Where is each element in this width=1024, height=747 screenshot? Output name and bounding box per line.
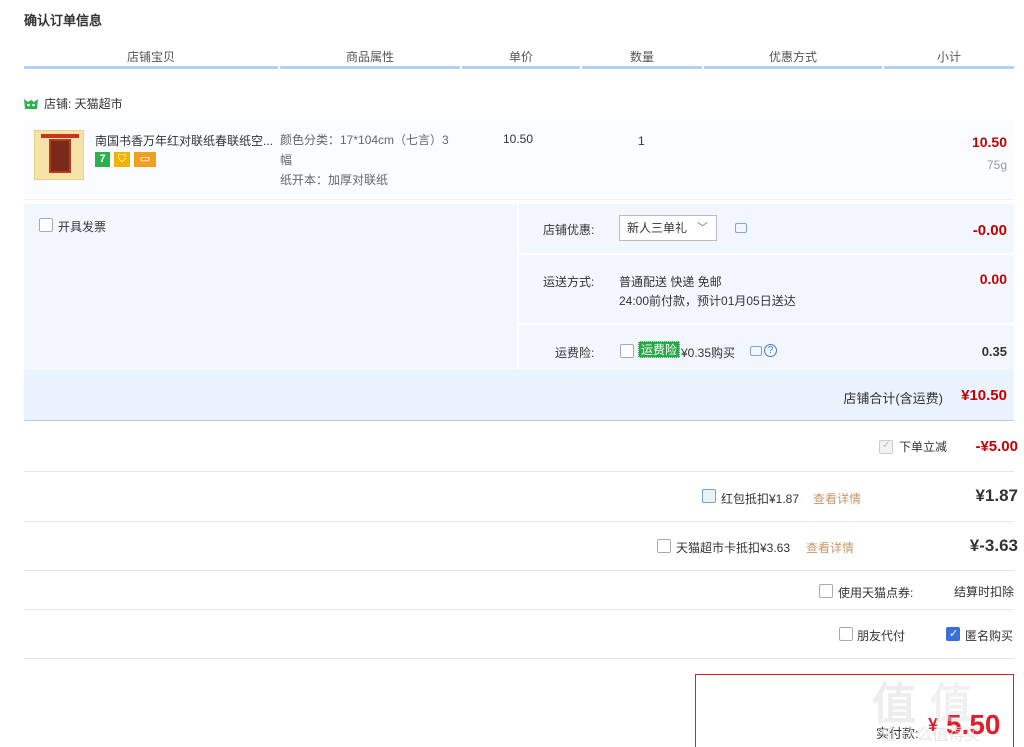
seven-day-return-icon[interactable]: 7	[95, 152, 110, 167]
divider	[24, 471, 1014, 472]
shop-discount-select[interactable]: 新人三单礼 ﹀	[619, 215, 717, 241]
redpacket-checkbox[interactable]	[702, 489, 716, 503]
page-title: 确认订单信息	[24, 13, 103, 28]
points-label: 使用天猫点券:	[838, 586, 914, 600]
header-underline	[884, 66, 1014, 69]
shop-name[interactable]: 店铺: 天猫超市	[44, 95, 123, 112]
marketcard-details-link[interactable]: 查看详情	[806, 539, 854, 556]
header-underline	[704, 66, 882, 69]
points-checkbox[interactable]	[819, 584, 833, 598]
column-header-attributes: 商品属性	[345, 50, 394, 64]
shop-discount-selected: 新人三单礼	[627, 221, 688, 235]
order-discount-checkbox	[879, 440, 893, 454]
points-value: 结算时扣除	[953, 585, 1014, 599]
product-name-link[interactable]: 南国书香万年红对联纸春联纸空...	[95, 132, 275, 149]
item-subtotal: 10.50	[971, 134, 1007, 150]
divider	[24, 570, 1014, 571]
message-icon[interactable]	[750, 346, 762, 356]
service-badges: 7 ⛉ ▭	[95, 152, 156, 167]
product-attr-color-cont: 幅	[280, 153, 293, 167]
anonymous-checkbox[interactable]	[946, 627, 960, 641]
watermark-text: 值 什么值得买	[880, 727, 981, 744]
anonymous-label: 匿名购买	[965, 629, 1014, 643]
shipping-eta: 24:00前付款，预计01月05日送达	[619, 294, 796, 308]
column-header-discount: 优惠方式	[768, 50, 817, 64]
invoice-checkbox[interactable]	[39, 218, 53, 232]
shipping-method: 普通配送 快递 免邮	[619, 275, 722, 289]
column-header-quantity: 数量	[629, 50, 654, 64]
friend-pay-label: 朋友代付	[857, 629, 906, 643]
guarantee-shield-icon[interactable]: ⛉	[114, 152, 130, 167]
insurance-price: ¥0.35购买	[681, 346, 736, 360]
product-attr-paper: 纸开本：加厚对联纸	[280, 173, 389, 187]
shop-total-label: 店铺合计(含运费)	[843, 391, 943, 406]
marketcard-label: 天猫超市卡抵扣¥3.63	[676, 541, 791, 555]
divider	[24, 609, 1014, 610]
order-discount-label: 下单立减	[899, 440, 948, 454]
redpacket-details-link[interactable]: 查看详情	[813, 490, 861, 507]
marketcard-checkbox[interactable]	[657, 539, 671, 553]
divider	[24, 658, 1014, 659]
shipping-amount: 0.00	[979, 271, 1007, 287]
message-icon[interactable]	[735, 223, 747, 233]
redpacket-amount: ¥1.87	[975, 486, 1018, 505]
column-header-shop-item: 店铺宝贝	[126, 50, 175, 64]
redpacket-label: 红包抵扣¥1.87	[721, 492, 800, 506]
insurance-tag: 运费险	[638, 341, 681, 358]
invoice-label: 开具发票	[58, 220, 107, 234]
insurance-checkbox[interactable]	[620, 344, 634, 358]
shop-row: 店铺: 天猫超市	[24, 95, 123, 112]
shipping-label: 运送方式:	[543, 275, 595, 289]
header-underline	[280, 66, 460, 69]
product-attr-color: 颜色分类：17*104cm（七言）3	[280, 133, 449, 147]
shop-total-amount: ¥10.50	[961, 387, 1007, 404]
help-icon[interactable]: ?	[764, 344, 777, 357]
friend-pay-checkbox[interactable]	[839, 627, 853, 641]
credit-card-icon[interactable]: ▭	[134, 152, 156, 167]
quantity: 1	[638, 134, 645, 148]
order-options-panel	[24, 204, 1014, 372]
item-weight: 75g	[986, 158, 1007, 172]
divider	[519, 253, 1014, 255]
product-thumbnail[interactable]	[34, 130, 84, 180]
shop-discount-label: 店铺优惠:	[543, 223, 595, 237]
divider	[517, 204, 519, 369]
insurance-label: 运费险:	[555, 346, 595, 360]
tmall-cat-icon	[24, 98, 38, 109]
column-header-unit-price: 单价	[508, 50, 533, 64]
divider	[519, 323, 1014, 325]
header-underline	[24, 66, 278, 69]
insurance-amount: 0.35	[981, 344, 1007, 359]
order-discount-amount: -¥5.00	[975, 438, 1018, 455]
header-underline	[582, 66, 702, 69]
shop-discount-amount: -0.00	[972, 222, 1007, 239]
header-underline	[462, 66, 580, 69]
unit-price: 10.50	[503, 132, 534, 146]
marketcard-amount: ¥-3.63	[969, 536, 1018, 555]
chevron-down-icon: ﹀	[697, 222, 708, 234]
column-header-subtotal: 小计	[936, 50, 961, 64]
divider	[24, 521, 1014, 522]
